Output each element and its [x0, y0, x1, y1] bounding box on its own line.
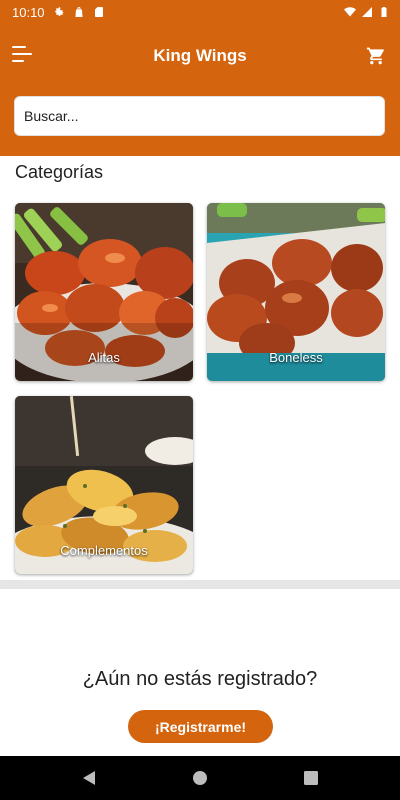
status-time: 10:10	[12, 4, 45, 20]
category-label-alitas: Alitas	[88, 350, 120, 365]
signal-icon	[361, 6, 373, 18]
battery-icon	[378, 6, 390, 18]
category-label-complementos: Complementos	[60, 543, 148, 558]
status-bar: 10:10	[0, 0, 400, 24]
app-title: King Wings	[153, 46, 247, 65]
cart-icon[interactable]	[366, 46, 386, 66]
app-bar: King Wings	[0, 24, 400, 156]
search-input[interactable]	[14, 96, 385, 136]
system-nav-bar	[0, 756, 400, 800]
register-button[interactable]: ¡Registrarme!	[128, 710, 273, 743]
bag-icon	[73, 6, 85, 18]
category-card-complementos[interactable]: Complementos	[15, 396, 193, 574]
sd-card-icon	[93, 6, 105, 18]
home-icon[interactable]	[190, 768, 210, 788]
wifi-icon	[344, 6, 356, 18]
back-icon[interactable]	[79, 768, 99, 788]
category-card-alitas[interactable]: Alitas	[15, 203, 193, 381]
category-card-boneless[interactable]: Boneless	[207, 203, 385, 381]
app-screen: 10:10 King Wings Buscar... Categorías Al…	[0, 0, 400, 800]
recent-apps-icon[interactable]	[301, 768, 321, 788]
section-divider	[0, 580, 400, 589]
register-question: ¿Aún no estás registrado?	[82, 668, 318, 690]
gear-icon	[53, 6, 65, 18]
categories-title: Categorías	[15, 162, 104, 182]
category-label-boneless: Boneless	[269, 350, 323, 365]
